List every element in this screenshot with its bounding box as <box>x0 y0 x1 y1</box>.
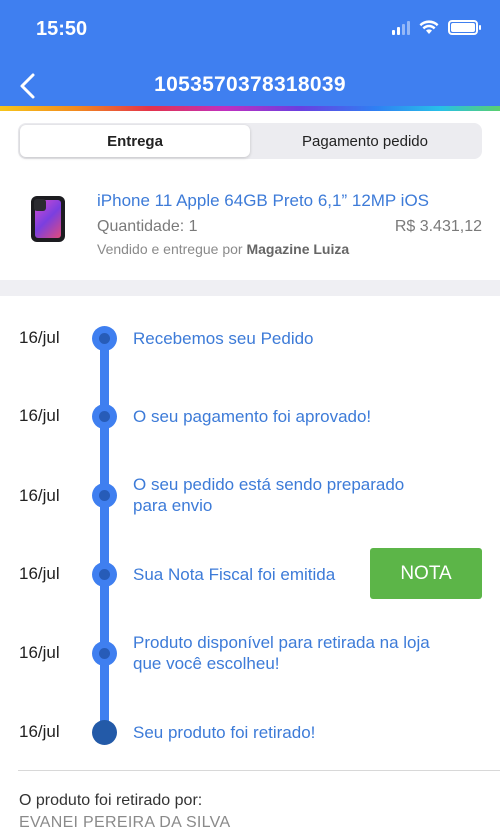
cellular-signal-icon <box>392 20 410 35</box>
pickup-label: O produto foi retirado por: <box>19 792 203 809</box>
tab-entrega[interactable]: Entrega <box>20 125 250 157</box>
timeline-line <box>100 336 109 732</box>
divider <box>18 770 500 771</box>
tab-bar: Entrega Pagamento pedido <box>18 123 482 159</box>
step-text: Produto disponível para retirada na loja… <box>133 633 430 673</box>
step-date: 16/jul <box>19 486 60 505</box>
status-icons <box>392 20 481 35</box>
product-image <box>31 196 65 242</box>
status-time: 15:50 <box>36 18 88 40</box>
step-date: 16/jul <box>19 564 60 583</box>
product-seller: Vendido e entregue por Magazine Luiza <box>97 241 349 257</box>
tab-pagamento-pedido[interactable]: Pagamento pedido <box>250 125 480 157</box>
product-name[interactable]: iPhone 11 Apple 64GB Preto 6,1” 12MP iOS <box>97 191 429 211</box>
app-header: 15:50 1053570378318039 <box>0 0 500 108</box>
step-dot-icon <box>92 562 117 587</box>
step-date: 16/jul <box>19 328 60 347</box>
seller-name: Magazine Luiza <box>246 241 350 257</box>
delivery-timeline: 16/jul Recebemos seu Pedido 16/jul O seu… <box>0 296 500 766</box>
product-card[interactable]: iPhone 11 Apple 64GB Preto 6,1” 12MP iOS… <box>0 176 500 280</box>
wifi-icon <box>419 20 439 34</box>
step-text: O seu pedido está sendo preparado para e… <box>133 475 405 515</box>
step-dot-icon <box>92 404 117 429</box>
step-date: 16/jul <box>19 643 60 662</box>
product-price: R$ 3.431,12 <box>394 218 482 235</box>
pickup-person-name: EVANEI PEREIRA DA SILVA <box>19 814 231 831</box>
step-text: O seu pagamento foi aprovado! <box>133 407 372 426</box>
order-number-title: 1053570378318039 <box>154 73 346 96</box>
step-dot-icon <box>92 326 117 351</box>
nota-fiscal-button[interactable]: NOTA <box>370 548 482 599</box>
rainbow-divider <box>0 106 500 111</box>
section-separator <box>0 280 500 296</box>
step-date: 16/jul <box>19 722 60 741</box>
seller-prefix: Vendido e entregue por <box>97 241 243 257</box>
product-quantity: Quantidade: 1 <box>97 218 198 235</box>
step-dot-final-icon <box>92 720 117 745</box>
step-date: 16/jul <box>19 406 60 425</box>
step-text: Recebemos seu Pedido <box>133 329 314 348</box>
step-text: Seu produto foi retirado! <box>133 723 316 742</box>
step-dot-icon <box>92 641 117 666</box>
battery-icon <box>448 20 481 35</box>
step-dot-icon <box>92 483 117 508</box>
